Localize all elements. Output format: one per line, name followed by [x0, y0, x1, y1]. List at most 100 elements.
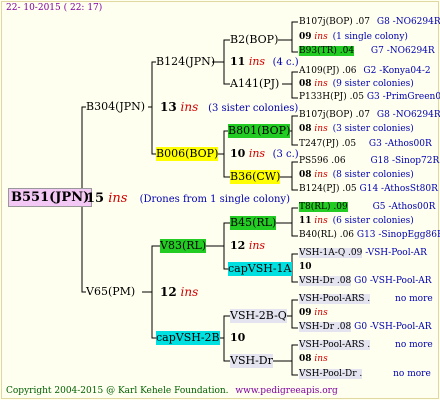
connector-root-gen1a — [78, 106, 86, 200]
gen3-node-b801[interactable]: B801(BOP) — [228, 124, 291, 138]
gen2-year-b006: 10 — [230, 147, 246, 160]
header-date: 22- 10-2015 ( 22: 17) — [6, 3, 103, 13]
gen2-info-b006: 10 ins (3 c.) — [230, 147, 299, 162]
gen3-node-b2[interactable]: B2(BOP) — [230, 33, 278, 47]
gen2-node-b006[interactable]: B006(BOP) — [156, 147, 219, 161]
gen3-node-capvsh1a[interactable]: capVSH-1A — [228, 262, 292, 276]
connector-v65-v83 — [142, 245, 160, 293]
gen2-note-b006: (3 c.) — [272, 149, 299, 160]
gen4-name[interactable]: VSH-Pool-ARS . — [299, 294, 371, 304]
gen4-name[interactable]: B124(PJ) .05 — [299, 184, 357, 194]
gen3-node-b36[interactable]: B36(CW) — [230, 170, 281, 184]
gen4-ins: ins — [314, 170, 328, 180]
gen4-row: B107j(BOP) .07 G8 -NO6294R — [299, 110, 440, 121]
gen4-name[interactable]: B40(RL) .06 — [299, 230, 354, 240]
gen4-row: VSH-Dr .08 G0 -VSH-Pool-AR — [299, 322, 432, 333]
gen3-node-vshdr[interactable]: VSH-Dr — [230, 354, 273, 368]
connector-b304-b124 — [148, 61, 156, 108]
connector-root-gen1b — [81, 199, 86, 293]
pedigree-chart: 22- 10-2015 ( 22: 17) B551(JPN) 15 ins (… — [0, 0, 440, 400]
gen4-code: G2 -Konya04-2 — [363, 66, 431, 76]
gen2-info-b124: 11 ins (4 c.) — [230, 55, 299, 70]
root-node[interactable]: B551(JPN) — [8, 188, 93, 207]
gen4-row: A109(PJ) .06 G2 -Konya04-2 — [299, 66, 431, 77]
gen4-name[interactable]: PS596 .06 — [299, 156, 346, 166]
gen3-node-b45[interactable]: B45(RL) — [230, 216, 277, 230]
gen4-name[interactable]: P133H(PJ) .05 — [299, 92, 364, 102]
gen4-row: VSH-1A-Q .09 -VSH-Pool-AR — [299, 248, 427, 259]
gen2-node-capvsh2b[interactable]: capVSH-2B — [156, 331, 220, 345]
root-name[interactable]: B551(JPN) — [8, 188, 93, 207]
gen2-year-v83: 12 — [230, 239, 246, 252]
gen4-code: no more — [393, 369, 431, 379]
gen3-node-vsh2bq[interactable]: VSH-2B-Q — [230, 309, 287, 323]
gen4-name[interactable]: B93(TR) .04 — [299, 46, 355, 56]
gen2-year-b124: 11 — [230, 55, 246, 68]
gen4-code: no more — [395, 340, 433, 350]
gen4-year: 08 — [299, 170, 312, 180]
gen4-code: -VSH-Pool-AR — [365, 248, 427, 258]
gen4-name[interactable]: T247(PJ) .05 — [299, 139, 356, 149]
footer: Copyright 2004-2015 @ Karl Kehele Founda… — [6, 386, 338, 397]
gen1-ins-b304: ins — [180, 100, 199, 114]
gen3-node-a141[interactable]: A141(PJ) — [230, 77, 279, 91]
root-year: 15 — [86, 191, 105, 206]
gen4-name[interactable]: A109(PJ) .06 — [299, 66, 357, 76]
gen4-row: VSH-Pool-ARS . no more — [299, 340, 433, 351]
gen4-name[interactable]: VSH-Pool-ARS . — [299, 340, 371, 350]
gen4-code: no more — [395, 294, 433, 304]
gen4-name[interactable]: VSH-Dr .08 — [299, 322, 352, 332]
connector-capvsh2b-vsh2bq — [218, 315, 230, 339]
gen1-info-b304: 13 ins (3 sister colonies) — [160, 100, 298, 116]
gen4-info-row: 10 — [299, 262, 312, 273]
gen2-node-v83[interactable]: V83(RL) — [160, 239, 207, 253]
gen4-name[interactable]: VSH-Dr .08 — [299, 276, 352, 286]
gen4-row: B107j(BOP) .07 G8 -NO6294R — [299, 17, 440, 28]
gen4-year: 10 — [299, 262, 312, 272]
gen4-ins: ins — [314, 308, 328, 318]
gen4-ins: ins — [314, 216, 328, 226]
gen1-info-v65: 12 ins — [160, 285, 198, 299]
gen2-ins-b006: ins — [248, 147, 266, 160]
gen4-code: G8 -NO6294R — [376, 110, 440, 120]
gen4-ins: ins — [314, 79, 328, 89]
gen1-ins-v65: ins — [180, 285, 199, 299]
gen4-code: G14 -AthosSt80R — [359, 184, 438, 194]
gen4-note: (9 sister colonies) — [332, 79, 414, 89]
gen2-ins-v83: ins — [248, 239, 266, 252]
gen4-info-row: 08 ins (3 sister colonies) — [299, 124, 414, 135]
gen4-code: G5 -Athos00R — [372, 202, 436, 212]
gen4-info-row: 11 ins (6 sister colonies) — [299, 216, 414, 227]
gen4-name[interactable]: B107j(BOP) .07 — [299, 17, 370, 27]
gen4-ins: ins — [314, 354, 328, 364]
gen4-info-row: 08 ins (8 sister colonies) — [299, 170, 414, 181]
root-info: 15 ins (Drones from 1 single colony) — [86, 192, 290, 207]
gen4-row: B124(PJ) .05 G14 -AthosSt80R — [299, 184, 438, 195]
gen4-name[interactable]: VSH-Pool-Dr . — [299, 369, 363, 379]
gen4-name[interactable]: VSH-1A-Q .09 — [299, 248, 363, 258]
gen4-note: (6 sister colonies) — [332, 216, 414, 226]
connector-v83-b45 — [206, 222, 230, 247]
gen1-node-v65[interactable]: V65(PM) — [86, 285, 135, 299]
gen4-year: 08 — [299, 354, 312, 364]
gen4-code: G0 -VSH-Pool-AR — [354, 276, 432, 286]
gen4-note: (8 sister colonies) — [332, 170, 414, 180]
gen4-row: P133H(PJ) .05 G3 -PrimGreen00 — [299, 92, 440, 103]
gen2-year-capvsh2b: 10 — [230, 331, 246, 344]
gen4-info-row: 09 ins — [299, 308, 328, 319]
gen4-ins: ins — [314, 124, 328, 134]
gen4-name[interactable]: T8(RL) .09 — [299, 202, 348, 212]
gen4-name[interactable]: B107j(BOP) .07 — [299, 110, 370, 120]
gen4-code: G3 -Athos00R — [368, 139, 432, 149]
gen4-info-row: 08 ins — [299, 354, 328, 365]
gen4-code: G8 -NO6294R — [376, 17, 440, 27]
gen4-note: (1 single colony) — [332, 32, 408, 42]
gen2-note-b124: (4 c.) — [272, 57, 299, 68]
gen4-year: 09 — [299, 308, 312, 318]
gen2-info-capvsh2b: 10 — [230, 331, 245, 345]
gen4-row: VSH-Dr .08 G0 -VSH-Pool-AR — [299, 276, 432, 287]
gen2-node-b124[interactable]: B124(JPN) — [156, 55, 215, 69]
gen1-node-b304[interactable]: B304(JPN) — [86, 100, 145, 114]
footer-site-link[interactable]: www.pedigreeapis.org — [235, 386, 337, 396]
gen4-row: T8(RL) .09 G5 -Athos00R — [299, 202, 435, 213]
